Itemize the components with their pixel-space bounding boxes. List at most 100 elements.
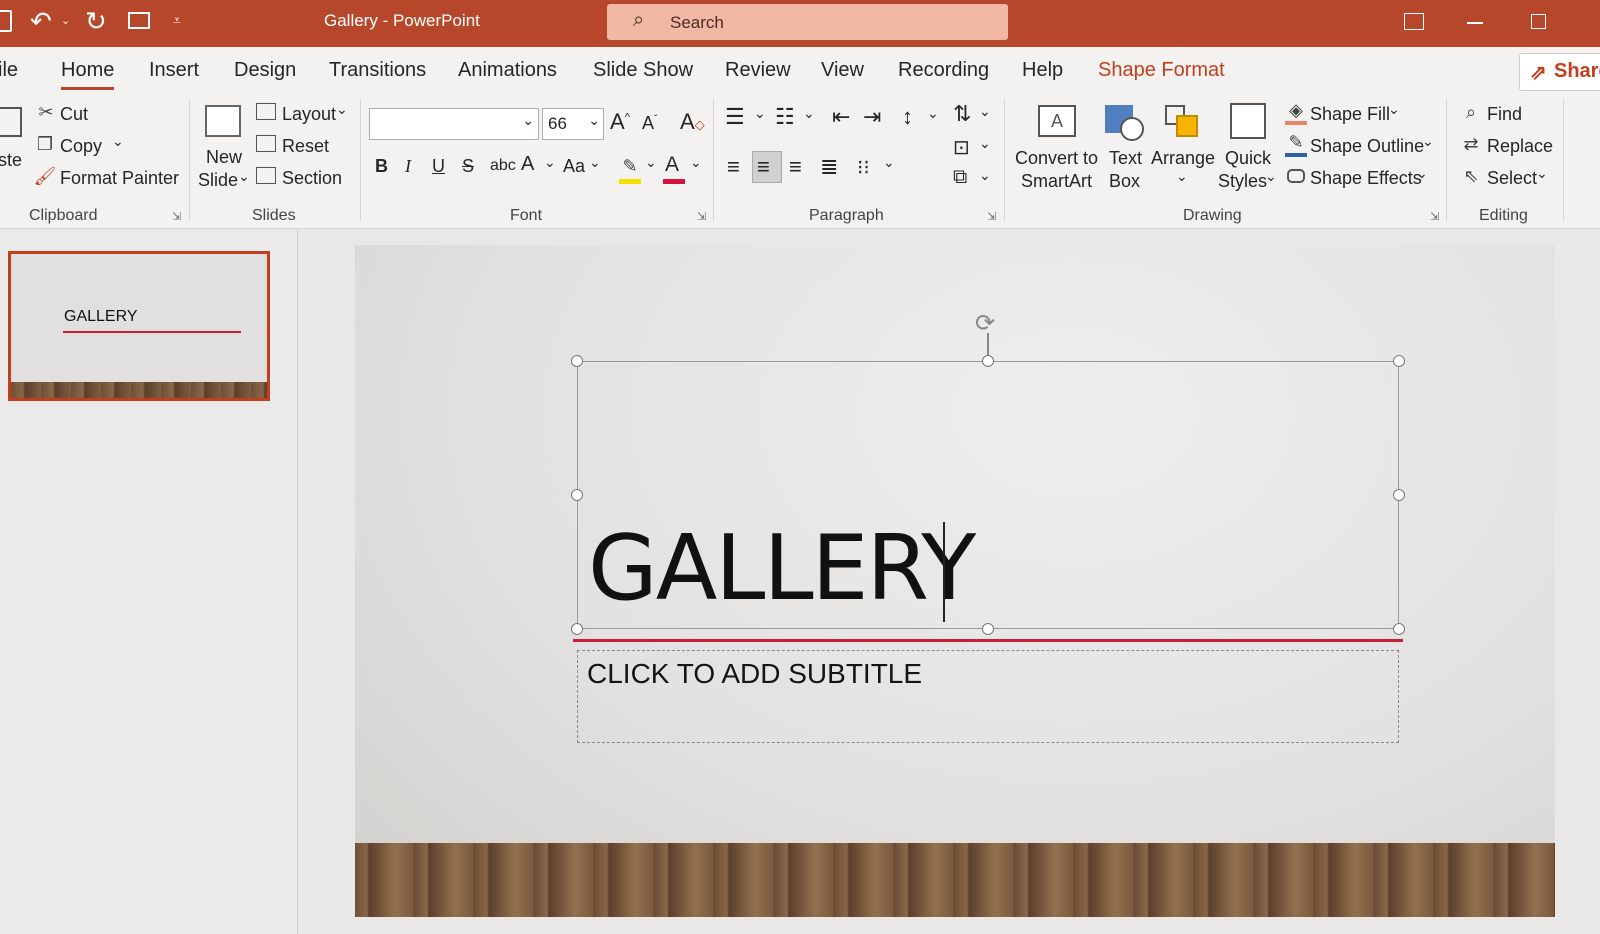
layout-dropdown-icon[interactable]: ⌄ <box>336 101 348 118</box>
font-color-icon[interactable]: A <box>665 153 679 177</box>
tab-view[interactable]: View <box>821 59 864 82</box>
align-left-icon[interactable]: ≡ <box>727 154 740 180</box>
replace-button[interactable]: Replace <box>1487 136 1553 157</box>
arrange-dropdown-icon[interactable]: ⌄ <box>1176 168 1188 185</box>
bold-icon[interactable]: B <box>375 156 388 177</box>
resize-handle-bc[interactable] <box>982 623 994 635</box>
text-box-label-2[interactable]: Box <box>1109 171 1140 192</box>
italic-icon[interactable]: I <box>405 156 411 177</box>
maximize-icon[interactable] <box>1531 14 1546 29</box>
select-button[interactable]: Select <box>1487 168 1537 189</box>
change-case-dropdown-icon[interactable]: ⌄ <box>589 154 601 171</box>
font-size-input[interactable]: 66 ⌄ <box>542 108 604 140</box>
customize-toolbar-icon[interactable]: ⩡ <box>173 12 181 29</box>
increase-font-size-icon[interactable]: A^ <box>610 109 630 135</box>
resize-handle-br[interactable] <box>1393 623 1405 635</box>
columns-icon[interactable]: ⁝⁝ <box>857 155 870 180</box>
align-text-dropdown-icon[interactable]: ⌄ <box>979 135 991 152</box>
subtitle-text[interactable]: CLICK TO ADD SUBTITLE <box>587 658 922 690</box>
rotate-handle-icon[interactable]: ⟳ <box>975 309 995 338</box>
tab-animations[interactable]: Animations <box>458 59 557 82</box>
highlight-dropdown-icon[interactable]: ⌄ <box>645 154 657 171</box>
undo-dropdown-icon[interactable]: ⌄ <box>61 14 70 27</box>
shape-outline-dropdown-icon[interactable]: ⌄ <box>1422 133 1434 150</box>
resize-handle-mr[interactable] <box>1393 489 1405 501</box>
text-direction-icon[interactable]: ⇅ <box>953 101 971 127</box>
copy-button[interactable]: Copy <box>60 136 102 157</box>
tab-help[interactable]: Help <box>1022 59 1063 82</box>
new-slide-label[interactable]: New <box>206 147 242 168</box>
search-box[interactable]: ⌕ Search <box>607 4 1008 40</box>
highlight-icon[interactable]: ✎ <box>619 155 641 177</box>
redo-icon[interactable]: ↻ <box>85 6 107 37</box>
smartart-convert-dropdown-icon[interactable]: ⌄ <box>979 167 991 184</box>
share-button[interactable]: ⇗ Share <box>1519 53 1600 91</box>
shape-fill-button[interactable]: Shape Fill <box>1310 104 1390 125</box>
slide-thumbnail-1[interactable]: GALLERY <box>8 251 270 401</box>
increase-indent-icon[interactable]: ⇥ <box>863 104 881 130</box>
clipboard-launcher-icon[interactable]: ⇲ <box>172 210 181 223</box>
new-slide-dropdown-icon[interactable]: ⌄ <box>238 168 250 185</box>
paste-button[interactable]: ste <box>0 150 22 171</box>
bullets-dropdown-icon[interactable]: ⌄ <box>754 105 766 122</box>
resize-handle-tr[interactable] <box>1393 355 1405 367</box>
change-case-button[interactable]: Aa <box>563 156 585 177</box>
drawing-launcher-icon[interactable]: ⇲ <box>1430 210 1439 223</box>
bullets-icon[interactable]: ☰ <box>725 104 745 130</box>
cut-button[interactable]: Cut <box>60 104 88 125</box>
title-text[interactable]: GALLERY <box>588 524 976 614</box>
tab-recording[interactable]: Recording <box>898 59 989 82</box>
quick-styles-dropdown-icon[interactable]: ⌄ <box>1265 168 1277 185</box>
convert-smartart-label-2[interactable]: SmartArt <box>1021 171 1092 192</box>
numbering-dropdown-icon[interactable]: ⌄ <box>803 105 815 122</box>
convert-smartart-label[interactable]: Convert to <box>1015 148 1098 169</box>
copy-dropdown-icon[interactable]: ⌄ <box>112 133 124 150</box>
decrease-indent-icon[interactable]: ⇤ <box>832 104 850 130</box>
format-painter-button[interactable]: Format Painter <box>60 168 179 189</box>
strikethrough-icon[interactable]: S <box>462 156 474 177</box>
paragraph-launcher-icon[interactable]: ⇲ <box>987 210 996 223</box>
text-box-label[interactable]: Text <box>1109 148 1142 169</box>
columns-dropdown-icon[interactable]: ⌄ <box>883 154 895 171</box>
tab-home[interactable]: Home <box>61 59 115 90</box>
align-text-icon[interactable]: ⊡ <box>953 135 970 160</box>
resize-handle-tc[interactable] <box>982 355 994 367</box>
shape-effects-button[interactable]: Shape Effects <box>1310 168 1422 189</box>
line-spacing-dropdown-icon[interactable]: ⌄ <box>927 105 939 122</box>
tab-transitions[interactable]: Transitions <box>329 59 426 82</box>
clear-formatting-icon[interactable]: A◇ <box>680 109 705 135</box>
resize-handle-ml[interactable] <box>571 489 583 501</box>
underline-icon[interactable]: U <box>432 156 445 177</box>
font-name-input[interactable]: ⌄ <box>369 108 539 140</box>
select-dropdown-icon[interactable]: ⌄ <box>1536 165 1548 182</box>
numbering-icon[interactable]: ☷ <box>775 104 795 130</box>
font-color-dropdown-icon[interactable]: ⌄ <box>690 154 702 171</box>
resize-handle-bl[interactable] <box>571 623 583 635</box>
section-button[interactable]: Section <box>282 168 342 189</box>
tab-shape-format[interactable]: Shape Format <box>1098 59 1225 82</box>
find-button[interactable]: Find <box>1487 104 1522 125</box>
text-direction-dropdown-icon[interactable]: ⌄ <box>979 103 991 120</box>
align-right-icon[interactable]: ≡ <box>789 154 802 180</box>
font-launcher-icon[interactable]: ⇲ <box>697 210 706 223</box>
shape-effects-dropdown-icon[interactable]: ⌄ <box>1416 165 1428 182</box>
character-spacing-icon[interactable]: abc <box>490 157 516 175</box>
title-placeholder[interactable]: GALLERY <box>577 361 1399 629</box>
subtitle-placeholder[interactable]: CLICK TO ADD SUBTITLE <box>577 650 1399 743</box>
layout-button[interactable]: Layout <box>282 104 336 125</box>
shadow-text-icon[interactable]: A <box>521 153 534 176</box>
shape-fill-dropdown-icon[interactable]: ⌄ <box>1388 101 1400 118</box>
font-name-dropdown-icon[interactable]: ⌄ <box>522 112 534 129</box>
shape-outline-button[interactable]: Shape Outline <box>1310 136 1424 157</box>
minimize-icon[interactable] <box>1467 22 1483 24</box>
justify-icon[interactable]: ≣ <box>820 154 838 180</box>
slide-canvas[interactable]: GALLERY ⟳ CLICK TO ADD SUBTITLE <box>355 245 1555 917</box>
save-icon[interactable] <box>0 10 12 32</box>
quick-styles-label[interactable]: Quick <box>1225 148 1271 169</box>
font-size-dropdown-icon[interactable]: ⌄ <box>588 112 600 129</box>
tab-design[interactable]: Design <box>234 59 296 82</box>
ribbon-display-icon[interactable] <box>1404 13 1424 30</box>
smartart-convert-icon[interactable]: ⧉ <box>953 166 967 189</box>
present-icon[interactable] <box>128 12 150 29</box>
tab-slide-show[interactable]: Slide Show <box>593 59 693 82</box>
